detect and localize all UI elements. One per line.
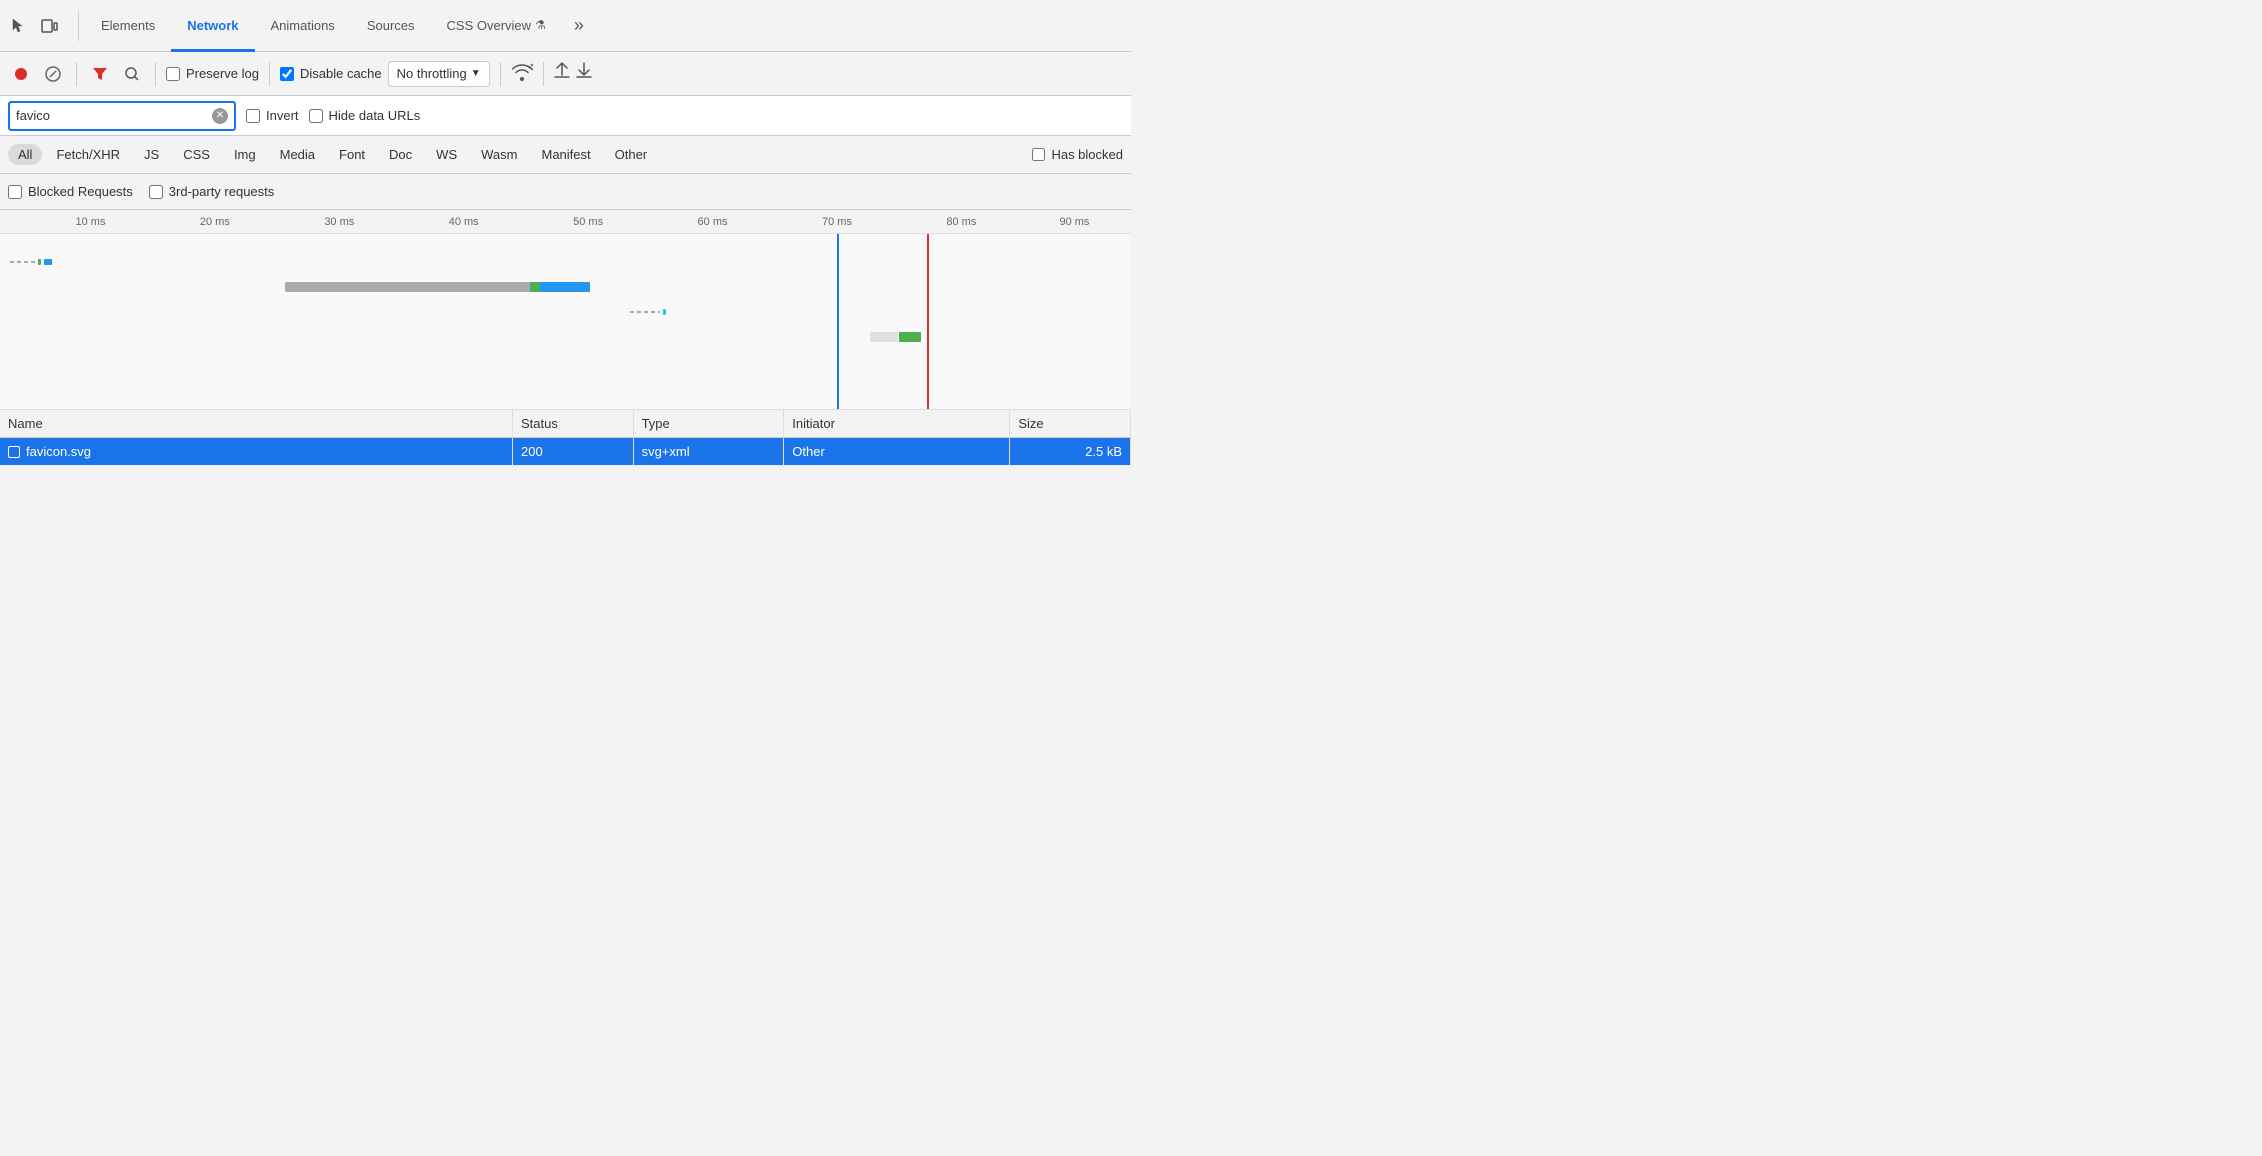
type-filter-doc[interactable]: Doc — [379, 144, 422, 165]
flask-icon: ⚗ — [535, 18, 546, 32]
sep-3 — [269, 62, 270, 86]
clear-button[interactable] — [40, 61, 66, 87]
type-filter-other[interactable]: Other — [605, 144, 658, 165]
file-name: favicon.svg — [26, 444, 91, 459]
waterfall-row-3 — [0, 304, 1131, 320]
col-header-initiator: Initiator — [784, 410, 1010, 438]
search-button[interactable] — [119, 61, 145, 87]
type-filter-all[interactable]: All — [8, 144, 42, 165]
device-icon[interactable] — [38, 15, 60, 37]
filter-input[interactable] — [16, 108, 212, 123]
network-table-wrap: Name Status Type Initiator Size favicon.… — [0, 410, 1131, 466]
chevron-down-icon: ▼ — [471, 68, 481, 79]
disable-cache-checkbox[interactable] — [280, 67, 294, 81]
cell-initiator: Other — [784, 438, 1010, 466]
invert-checkbox[interactable] — [246, 109, 260, 123]
cursor-icon[interactable] — [8, 15, 30, 37]
devtools-icons — [8, 15, 60, 37]
type-filter-media[interactable]: Media — [270, 144, 325, 165]
clear-filter-button[interactable]: ✕ — [212, 108, 228, 124]
table-row[interactable]: favicon.svg 200svg+xmlOther2.5 kB — [0, 438, 1131, 466]
col-header-status: Status — [512, 410, 633, 438]
col-header-type: Type — [633, 410, 784, 438]
dom-content-loaded-line — [837, 234, 839, 409]
cell-size: 2.5 kB — [1010, 438, 1131, 466]
type-filter-wasm[interactable]: Wasm — [471, 144, 527, 165]
type-filter-css[interactable]: CSS — [173, 144, 220, 165]
export-button[interactable] — [576, 62, 592, 85]
type-filter-fetch-xhr[interactable]: Fetch/XHR — [46, 144, 130, 165]
filter-row: ✕ Invert Hide data URLs — [0, 96, 1131, 136]
type-filter-js[interactable]: JS — [134, 144, 169, 165]
ruler-tick-10ms: 10 ms — [75, 216, 105, 228]
third-party-label[interactable]: 3rd-party requests — [149, 184, 275, 199]
sep-4 — [500, 62, 501, 86]
hide-data-urls-checkbox[interactable] — [309, 109, 323, 123]
wifi-icon[interactable] — [511, 63, 533, 84]
preserve-log-checkbox-label[interactable]: Preserve log — [166, 66, 259, 81]
timeline-area: 10 ms 20 ms 30 ms 40 ms 50 ms 60 ms 70 m… — [0, 210, 1131, 410]
ruler-tick-90ms: 90 ms — [1059, 216, 1089, 228]
has-blocked-area: Has blocked — [1032, 147, 1123, 162]
hide-data-urls-checkbox-label[interactable]: Hide data URLs — [309, 108, 421, 123]
timeline-ruler: 10 ms 20 ms 30 ms 40 ms 50 ms 60 ms 70 m… — [0, 210, 1131, 234]
import-button[interactable] — [554, 62, 570, 85]
preserve-log-checkbox[interactable] — [166, 67, 180, 81]
tab-animations[interactable]: Animations — [255, 1, 351, 52]
more-tabs-button[interactable]: » — [566, 11, 592, 40]
waterfall-row-4 — [0, 329, 1131, 345]
has-blocked-checkbox[interactable] — [1032, 148, 1045, 161]
third-party-checkbox[interactable] — [149, 185, 163, 199]
tab-sources[interactable]: Sources — [351, 1, 431, 52]
blocked-row: Blocked Requests 3rd-party requests — [0, 174, 1131, 210]
blocked-requests-label[interactable]: Blocked Requests — [8, 184, 133, 199]
cell-type: svg+xml — [633, 438, 784, 466]
ruler-tick-80ms: 80 ms — [946, 216, 976, 228]
blocked-requests-checkbox[interactable] — [8, 185, 22, 199]
tab-network[interactable]: Network — [171, 1, 254, 52]
type-filter-manifest[interactable]: Manifest — [531, 144, 600, 165]
sep-2 — [155, 62, 156, 86]
ruler-tick-50ms: 50 ms — [573, 216, 603, 228]
type-filter-font[interactable]: Font — [329, 144, 375, 165]
ruler-tick-20ms: 20 ms — [200, 216, 230, 228]
ruler-tick-60ms: 60 ms — [698, 216, 728, 228]
type-filter-img[interactable]: Img — [224, 144, 266, 165]
network-table: Name Status Type Initiator Size favicon.… — [0, 410, 1131, 466]
cell-name: favicon.svg — [0, 438, 512, 466]
record-button[interactable] — [8, 61, 34, 87]
search-input-wrap: ✕ — [8, 101, 236, 131]
waterfall-row-2 — [0, 279, 1131, 295]
tab-sep-1 — [78, 11, 79, 41]
waterfall-row-1 — [0, 254, 1131, 270]
throttle-dropdown[interactable]: No throttling ▼ — [388, 61, 490, 87]
ruler-tick-30ms: 30 ms — [324, 216, 354, 228]
row-checkbox[interactable] — [8, 446, 20, 458]
col-header-size: Size — [1010, 410, 1131, 438]
filter-button[interactable] — [87, 61, 113, 87]
sep-5 — [543, 62, 544, 86]
ruler-tick-70ms: 70 ms — [822, 216, 852, 228]
tab-bar: Elements Network Animations Sources CSS … — [0, 0, 1131, 52]
tab-css-overview[interactable]: CSS Overview ⚗ — [431, 1, 562, 52]
type-filter-ws[interactable]: WS — [426, 144, 467, 165]
disable-cache-checkbox-label[interactable]: Disable cache — [280, 66, 382, 81]
load-event-line — [927, 234, 929, 409]
network-toolbar: Preserve log Disable cache No throttling… — [0, 52, 1131, 96]
timeline-content — [0, 234, 1131, 409]
type-filter-row: All Fetch/XHR JS CSS Img Media Font Doc … — [0, 136, 1131, 174]
cell-status: 200 — [512, 438, 633, 466]
col-header-name: Name — [0, 410, 512, 438]
sep-1 — [76, 62, 77, 86]
invert-checkbox-label[interactable]: Invert — [246, 108, 299, 123]
tabs: Elements Network Animations Sources CSS … — [85, 0, 562, 51]
table-header-row: Name Status Type Initiator Size — [0, 410, 1131, 438]
ruler-tick-40ms: 40 ms — [449, 216, 479, 228]
tab-elements[interactable]: Elements — [85, 1, 171, 52]
